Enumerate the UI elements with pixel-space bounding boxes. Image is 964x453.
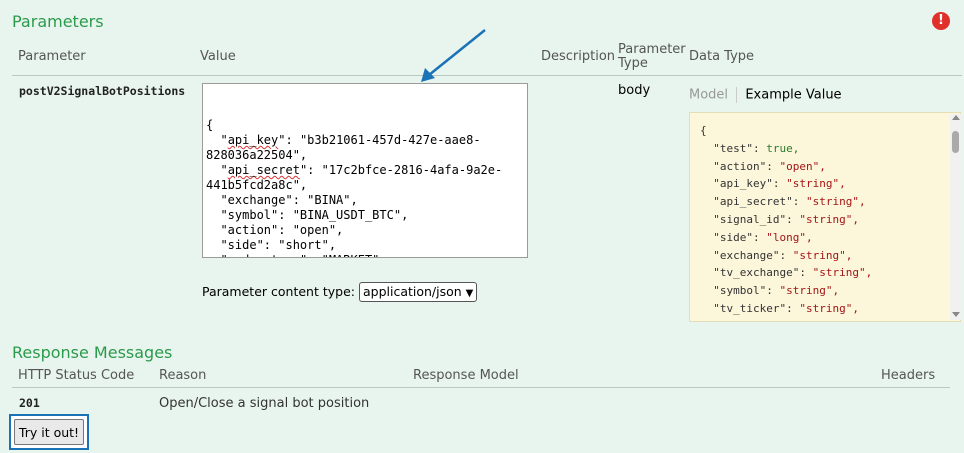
example-value-line: "side": "long", (700, 230, 813, 244)
data-type-tabs: Model Example Value (689, 87, 842, 103)
try-it-out-button-highlight: Try it out! (9, 414, 89, 450)
try-it-out-button[interactable]: Try it out! (14, 419, 84, 445)
header-parameter-type: Parameter Type (618, 43, 686, 71)
example-value-line: "tv_ticker": "string", (700, 301, 859, 315)
body-value-line: "api_secret": "17c2bfce-2816-4afa-9a2e- (206, 163, 503, 177)
parameter-name: postV2SignalBotPositions (19, 84, 186, 98)
example-scrollbar[interactable] (950, 114, 961, 320)
body-value-text: { "api_key": "b3b21061-457d-427e-aae8- 82… (206, 118, 524, 257)
body-value-line: 441b5fcd2a8c", (206, 178, 308, 192)
body-value-line: "side": "short", (206, 238, 337, 252)
header-data-type: Data Type (689, 49, 755, 64)
example-value-line: "symbol": "string", (700, 284, 840, 298)
body-value-line: "action": "open", (206, 223, 344, 237)
tab-example-value[interactable]: Example Value (745, 88, 841, 103)
scroll-thumb[interactable] (952, 131, 959, 153)
example-value-line: "tv_exchange": "string", (700, 266, 873, 280)
parameter-type-value: body (618, 83, 651, 98)
body-value-line: 828036a22504", (206, 148, 308, 162)
example-value-line: "action": "open", (700, 159, 826, 173)
content-type-label: Parameter content type: (202, 284, 355, 299)
content-type-select[interactable]: application/json ▼ (358, 282, 478, 302)
chevron-down-icon: ▼ (465, 288, 474, 299)
tab-divider (736, 87, 738, 103)
header-parameter: Parameter (18, 49, 86, 64)
response-status-code: 201 (19, 396, 40, 410)
header-parameter-type-line2: Type (618, 56, 648, 71)
error-icon[interactable]: ! (932, 12, 950, 30)
example-value-line: { (700, 124, 707, 137)
header-parameter-type-line1: Parameter (618, 42, 686, 57)
example-value-line: "api_secret": "string", (700, 195, 866, 209)
body-value-line: "symbol": "BINA_USDT_BTC", (206, 208, 409, 222)
tab-model[interactable]: Model (689, 88, 728, 103)
annotation-arrow-icon (421, 29, 486, 82)
header-reason: Reason (159, 368, 207, 383)
response-reason: Open/Close a signal bot position (159, 396, 370, 411)
response-header-divider (12, 387, 950, 388)
example-value-line: "exchange": "string", (700, 248, 853, 262)
example-value-text: { "test": true, "action": "open", "api_k… (700, 122, 960, 318)
header-description: Description (541, 49, 616, 64)
body-value-textarea[interactable]: { "api_key": "b3b21061-457d-427e-aae8- 82… (202, 83, 528, 258)
body-value-line: { (206, 118, 214, 132)
content-type-row: Parameter content type: application/json… (202, 282, 478, 302)
header-headers: Headers (881, 368, 936, 383)
example-value-line: "api_key": "string", (700, 177, 846, 191)
header-http-status: HTTP Status Code (18, 368, 135, 383)
scroll-up-icon[interactable] (952, 115, 960, 120)
body-value-line: "api_key": "b3b21061-457d-427e-aae8- (206, 133, 481, 147)
scroll-down-icon[interactable] (952, 312, 960, 317)
header-value: Value (200, 49, 236, 64)
body-value-line: "exchange": "BINA", (206, 193, 358, 207)
header-response-model: Response Model (413, 368, 519, 383)
example-value-box[interactable]: { "test": true, "action": "open", "api_k… (689, 112, 961, 322)
body-value-line: "order_type": "MARKET" (206, 253, 524, 257)
example-value-line: "test": true, (700, 141, 800, 155)
example-value-line: "signal_id": "string", (700, 212, 859, 226)
response-messages-title: Response Messages (12, 343, 173, 362)
content-type-value: application/json (362, 284, 462, 299)
parameters-title: Parameters (12, 12, 104, 31)
